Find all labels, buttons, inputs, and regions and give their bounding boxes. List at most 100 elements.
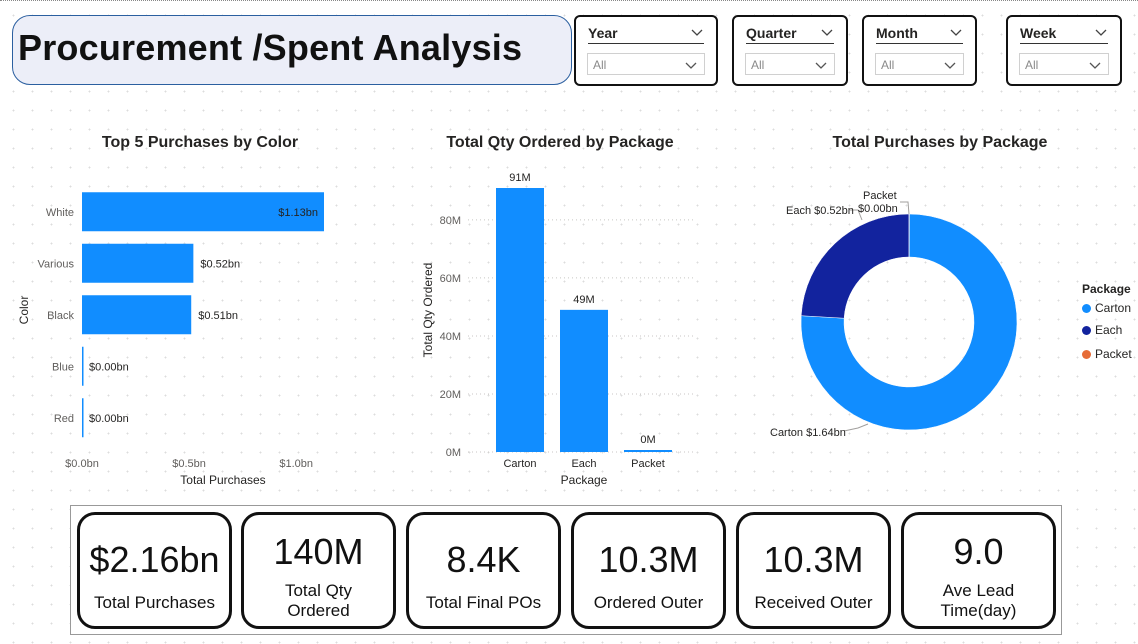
slicer-month[interactable]: Month All <box>862 15 977 86</box>
slice-label: Each $0.52bn <box>786 205 854 217</box>
slicer-week-value: All <box>1025 58 1039 72</box>
bar <box>82 346 84 386</box>
kpi-label: Total Qty <box>284 581 353 600</box>
kpi-value: 8.4K <box>446 539 521 580</box>
category-label: Carton <box>503 458 536 470</box>
slicer-week-dropdown[interactable]: All <box>1019 53 1109 75</box>
slicer-month-label: Month <box>876 25 918 41</box>
slicer-year[interactable]: Year All <box>574 15 718 86</box>
tick-label: $1.0bn <box>279 458 313 470</box>
kpi-card-total-purchases: $2.16bn Total Purchases <box>77 512 232 629</box>
bar <box>560 309 608 452</box>
bar <box>82 398 84 438</box>
kpi-card-ordered-outer: 10.3M Ordered Outer <box>571 512 726 629</box>
legend-label: Packet <box>1095 347 1132 361</box>
legend-dot-icon <box>1082 326 1091 335</box>
tick-label: $0.5bn <box>172 458 206 470</box>
slicer-divider <box>876 43 963 44</box>
legend-item-each[interactable]: Each <box>1082 323 1122 337</box>
tick-label: 60M <box>440 273 461 285</box>
slicer-year-label: Year <box>588 25 618 41</box>
x-axis-title: Package <box>561 473 608 487</box>
kpi-label: Received Outer <box>754 593 873 612</box>
category-label: Various <box>38 258 75 270</box>
kpi-label: Ordered <box>287 601 350 620</box>
bar <box>624 450 672 452</box>
chevron-down-icon[interactable] <box>1094 25 1108 39</box>
slicer-year-dropdown[interactable]: All <box>587 53 705 75</box>
data-label: $0.51bn <box>198 310 238 322</box>
slicer-divider <box>746 43 834 44</box>
legend-dot-icon <box>1082 304 1091 313</box>
category-label: Blue <box>52 361 74 373</box>
x-axis-title: Total Purchases <box>180 473 265 487</box>
kpi-value: 140M <box>273 531 364 572</box>
bar <box>496 188 544 452</box>
chevron-down-icon[interactable] <box>1088 58 1102 72</box>
donut-slice <box>800 213 910 319</box>
kpi-label: Ave Lead <box>942 581 1015 600</box>
chevron-down-icon[interactable] <box>943 58 957 72</box>
chevron-down-icon[interactable] <box>949 25 963 39</box>
kpi-label: Ordered Outer <box>593 593 704 612</box>
tick-label: 40M <box>440 331 461 343</box>
kpi-label: Time(day) <box>940 601 1017 620</box>
legend-item-packet[interactable]: Packet <box>1082 347 1132 361</box>
bar <box>82 243 194 283</box>
chevron-down-icon[interactable] <box>690 25 704 39</box>
y-axis-title: Total Qty Ordered <box>421 263 435 358</box>
purchases-by-color-chart: White $1.13bn Various $0.52bn Black $0.51bn Bl… <box>17 192 324 487</box>
data-label: 0M <box>640 434 655 446</box>
kpi-label: Total Purchases <box>94 593 215 612</box>
chevron-down-icon[interactable] <box>684 58 698 72</box>
canvas-top-border <box>0 0 1138 1</box>
data-label: $1.13bn <box>278 207 318 219</box>
legend-label: Each <box>1095 323 1123 337</box>
kpi-value: 9.0 <box>953 531 1004 572</box>
page-title: Procurement /Spent Analysis <box>18 27 523 68</box>
tick-label: 80M <box>440 215 461 227</box>
kpi-card-lead-time: 9.0 Ave Lead Time(day) <box>901 512 1056 629</box>
purchases-by-package-donut: Carton $1.64bn Each $0.52bn Packet$0.00bn <box>770 190 1018 439</box>
tick-label: $0.0bn <box>65 458 99 470</box>
slicer-month-value: All <box>881 58 895 72</box>
slice-label: Packet <box>863 190 897 202</box>
slice-label: $0.00bn <box>858 203 898 215</box>
slicer-divider <box>588 43 704 44</box>
data-label: $0.00bn <box>89 413 129 425</box>
slicer-quarter[interactable]: Quarter All <box>732 15 848 86</box>
slicer-week-label: Week <box>1020 25 1057 41</box>
category-label: Black <box>47 310 74 322</box>
data-label: 49M <box>573 294 594 306</box>
leader-line <box>900 201 910 215</box>
y-axis-title: Color <box>17 296 31 325</box>
slicer-quarter-dropdown[interactable]: All <box>745 53 835 75</box>
tick-label: 20M <box>440 389 461 401</box>
slicer-year-value: All <box>593 58 607 72</box>
kpi-label: Total Final POs <box>425 593 542 612</box>
chart-title-qty: Total Qty Ordered by Package <box>446 134 674 151</box>
kpi-value: 10.3M <box>763 539 864 580</box>
slicer-divider <box>1020 43 1108 44</box>
slicer-quarter-label: Quarter <box>746 25 797 41</box>
kpi-card-total-qty: 140M Total Qty Ordered <box>241 512 396 629</box>
chart-title-purchases: Total Purchases by Package <box>832 134 1048 151</box>
data-label: 91M <box>509 172 530 184</box>
category-label: Each <box>571 458 596 470</box>
chart-title-color: Top 5 Purchases by Color <box>101 134 299 151</box>
kpi-card-received-outer: 10.3M Received Outer <box>736 512 891 629</box>
tick-label: 0M <box>446 447 461 459</box>
slice-label: Carton $1.64bn <box>770 427 846 439</box>
kpi-card-final-pos: 8.4K Total Final POs <box>406 512 561 629</box>
category-label: White <box>46 207 74 219</box>
data-label: $0.52bn <box>200 258 240 270</box>
chevron-down-icon[interactable] <box>814 58 828 72</box>
legend-label: Carton <box>1095 301 1132 315</box>
kpi-value: $2.16bn <box>89 539 220 580</box>
legend-item-carton[interactable]: Carton <box>1082 301 1131 315</box>
chevron-down-icon[interactable] <box>820 25 834 39</box>
category-label: Packet <box>631 458 665 470</box>
slicer-week[interactable]: Week All <box>1006 15 1122 86</box>
slicer-month-dropdown[interactable]: All <box>875 53 964 75</box>
bar <box>82 295 192 335</box>
